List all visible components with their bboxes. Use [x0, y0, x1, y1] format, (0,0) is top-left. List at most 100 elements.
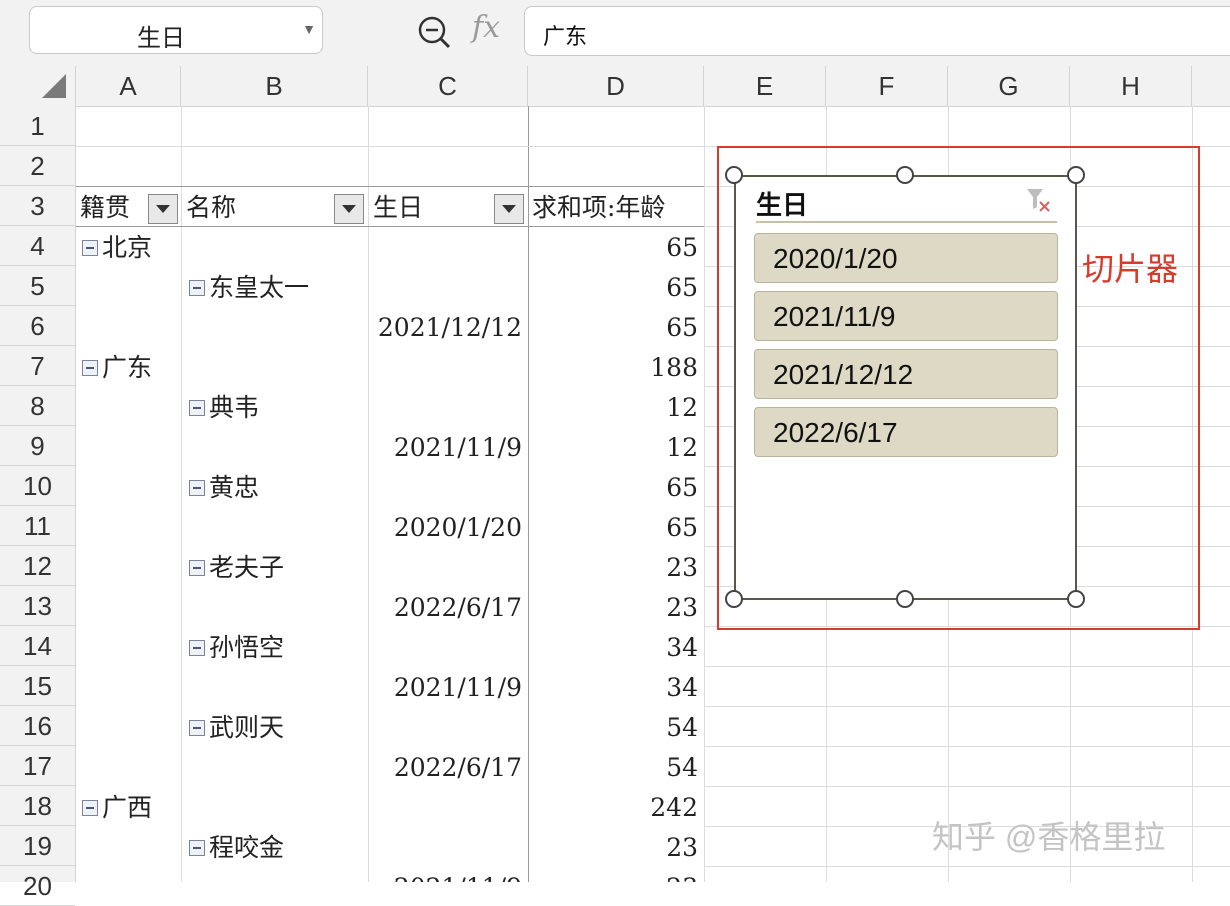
- row-header-15[interactable]: 15: [0, 666, 75, 706]
- pivot-header-top: [76, 186, 704, 187]
- pivot-group-row[interactable]: 广东: [82, 348, 152, 388]
- clear-filter-icon[interactable]: [1023, 185, 1053, 215]
- formula-toolbar: 生日 ▼ fx 广东: [0, 0, 1230, 66]
- grid-line: [704, 706, 1230, 707]
- pivot-name-row[interactable]: 东皇太一: [189, 268, 309, 308]
- column-header-e[interactable]: E: [704, 66, 826, 106]
- collapse-icon[interactable]: [189, 399, 205, 416]
- sum-age-value: 54: [666, 713, 698, 742]
- resize-handle[interactable]: [896, 590, 914, 608]
- slicer-item[interactable]: 2021/12/12: [754, 349, 1058, 399]
- slicer-item[interactable]: 2020/1/20: [754, 233, 1058, 283]
- row-header-17[interactable]: 17: [0, 746, 75, 786]
- row-header-18[interactable]: 18: [0, 786, 75, 826]
- sum-age-value: 23: [666, 553, 698, 582]
- sum-age-value: 65: [666, 233, 698, 262]
- sum-age-value: 65: [666, 273, 698, 302]
- row-header-8[interactable]: 8: [0, 386, 75, 426]
- pivot-group-row[interactable]: 广西: [82, 788, 152, 828]
- watermark: 知乎 @香格里拉: [932, 819, 1166, 855]
- row-header-3[interactable]: 3: [0, 186, 75, 226]
- select-all-button[interactable]: [0, 66, 76, 106]
- row-header-4[interactable]: 4: [0, 226, 75, 266]
- pivot-name-row[interactable]: 程咬金: [189, 828, 284, 868]
- column-header-d[interactable]: D: [528, 66, 704, 106]
- grid-line: [704, 786, 1230, 787]
- row-header-2[interactable]: 2: [0, 146, 75, 186]
- birthday-slicer[interactable]: 生日 2020/1/20 2021/11/9 2021/12/12 2022/6…: [734, 175, 1077, 600]
- collapse-icon[interactable]: [189, 839, 205, 856]
- birthday-value: 2021/11/9: [393, 433, 522, 462]
- name-label: 老夫子: [209, 553, 285, 582]
- collapse-icon[interactable]: [82, 239, 98, 256]
- birthday-filter-dropdown[interactable]: [494, 194, 524, 224]
- name-label: 东皇太一: [209, 273, 310, 302]
- collapse-icon[interactable]: [189, 719, 205, 736]
- slicer-item[interactable]: 2021/11/9: [754, 291, 1058, 341]
- collapse-icon[interactable]: [189, 279, 205, 296]
- row-header-10[interactable]: 10: [0, 466, 75, 506]
- birthday-value: 2021/12/12: [377, 313, 522, 342]
- column-header: A B C D E F G H: [0, 66, 1230, 107]
- resize-handle[interactable]: [725, 590, 743, 608]
- name-filter-dropdown[interactable]: [334, 194, 364, 224]
- row-header-12[interactable]: 12: [0, 546, 75, 586]
- pivot-name-row[interactable]: 老夫子: [189, 548, 284, 588]
- collapse-icon[interactable]: [189, 639, 205, 656]
- slicer-item[interactable]: 2022/6/17: [754, 407, 1058, 457]
- column-header-h[interactable]: H: [1070, 66, 1192, 106]
- row-header-9[interactable]: 9: [0, 426, 75, 466]
- resize-handle[interactable]: [896, 166, 914, 184]
- resize-handle[interactable]: [725, 166, 743, 184]
- pivot-group-row[interactable]: 北京: [82, 228, 152, 268]
- collapse-icon[interactable]: [82, 359, 98, 376]
- select-all-triangle-icon: [42, 74, 66, 98]
- formula-input[interactable]: 广东: [524, 6, 1230, 56]
- row-header-1[interactable]: 1: [0, 106, 75, 146]
- row-header-19[interactable]: 19: [0, 826, 75, 866]
- birthday-value: 2020/1/20: [393, 513, 522, 542]
- birthday-value: 2021/11/9: [372, 868, 522, 882]
- resize-handle[interactable]: [1067, 166, 1085, 184]
- pivot-name-row[interactable]: 黄忠: [189, 468, 259, 508]
- pivot-name-row[interactable]: 武则天: [189, 708, 284, 748]
- column-header-g[interactable]: G: [948, 66, 1070, 106]
- sum-age-value: 65: [666, 313, 698, 342]
- row-header-16[interactable]: 16: [0, 706, 75, 746]
- sum-age-value: 188: [650, 353, 698, 382]
- row-header-13[interactable]: 13: [0, 586, 75, 626]
- row-header-7[interactable]: 7: [0, 346, 75, 386]
- row-header-6[interactable]: 6: [0, 306, 75, 346]
- column-header-b[interactable]: B: [181, 66, 368, 106]
- column-header-a[interactable]: A: [76, 66, 181, 106]
- name-label: 孙悟空: [209, 633, 285, 662]
- birthday-value: 2022/6/17: [393, 593, 522, 622]
- origin-filter-dropdown[interactable]: [148, 194, 178, 224]
- collapse-icon[interactable]: [189, 479, 205, 496]
- name-label: 黄忠: [209, 473, 260, 502]
- sum-age-value: 65: [666, 473, 698, 502]
- sum-age-value: 23: [666, 833, 698, 862]
- row-header-5[interactable]: 5: [0, 266, 75, 306]
- function-icon[interactable]: fx: [472, 10, 500, 45]
- sum-age-value: 12: [666, 433, 698, 462]
- row-header-20[interactable]: 20: [0, 866, 75, 906]
- origin-label: 广西: [102, 793, 153, 822]
- collapse-icon[interactable]: [82, 799, 98, 816]
- zoom-icon[interactable]: [416, 14, 452, 50]
- collapse-icon[interactable]: [189, 559, 205, 576]
- name-box[interactable]: 生日 ▼: [29, 6, 323, 54]
- grid-line: [704, 666, 1230, 667]
- chevron-down-icon[interactable]: ▼: [302, 21, 316, 37]
- row-header-11[interactable]: 11: [0, 506, 75, 546]
- row-header-14[interactable]: 14: [0, 626, 75, 666]
- grid-line: [368, 106, 369, 882]
- resize-handle[interactable]: [1067, 590, 1085, 608]
- column-header-f[interactable]: F: [826, 66, 948, 106]
- pivot-name-row[interactable]: 孙悟空: [189, 628, 284, 668]
- pivot-name-row[interactable]: 典韦: [189, 388, 259, 428]
- grid-line: [181, 106, 182, 882]
- column-header-c[interactable]: C: [368, 66, 528, 106]
- pivot-divider: [528, 106, 529, 882]
- sum-age-value: 54: [666, 753, 698, 782]
